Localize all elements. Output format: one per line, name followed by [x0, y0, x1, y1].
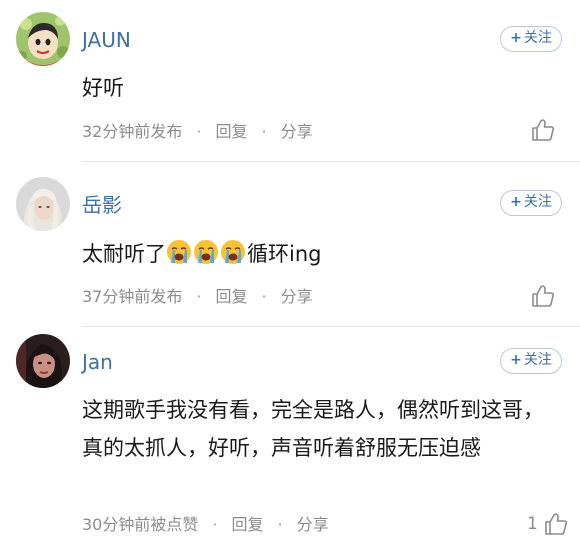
comment-time: 30分钟前被点赞 — [82, 515, 199, 534]
comment-meta: 37分钟前发布 · 回复 · 分享 — [82, 287, 313, 307]
crying-face-emoji-icon — [194, 240, 218, 264]
thumbs-up-icon — [545, 513, 568, 535]
avatar[interactable] — [16, 334, 70, 388]
reply-button[interactable]: 回复 — [215, 122, 247, 141]
plus-icon: + — [510, 194, 522, 210]
thumbs-up-icon — [532, 119, 555, 141]
avatar[interactable] — [16, 12, 70, 66]
avatar[interactable] — [16, 177, 70, 231]
thumbs-up-icon — [532, 285, 555, 307]
username[interactable]: Jan — [82, 350, 113, 374]
comment-meta: 30分钟前被点赞 · 回复 · 分享 — [82, 515, 329, 535]
plus-icon: + — [510, 352, 522, 368]
reply-button[interactable]: 回复 — [231, 515, 263, 534]
comment-text-part: 太耐听了 — [82, 242, 166, 266]
follow-button[interactable]: + 关注 — [500, 348, 562, 374]
divider — [82, 326, 580, 327]
separator-dot: · — [196, 287, 202, 306]
like-count: 1 — [527, 514, 538, 534]
follow-button[interactable]: + 关注 — [500, 26, 562, 52]
like-button[interactable] — [530, 283, 556, 309]
comment-text: 太耐听了 循环ing — [82, 235, 562, 273]
follow-label: 关注 — [523, 194, 552, 210]
follow-button[interactable]: + 关注 — [500, 190, 562, 216]
comment-meta: 32分钟前发布 · 回复 · 分享 — [82, 122, 313, 142]
comment-time: 37分钟前发布 — [82, 287, 183, 306]
share-button[interactable]: 分享 — [281, 287, 313, 306]
username[interactable]: JAUN — [82, 28, 131, 52]
crying-face-emoji-icon — [221, 240, 245, 264]
crying-face-emoji-icon — [167, 240, 191, 264]
separator-dot: · — [261, 122, 267, 141]
comment-time: 32分钟前发布 — [82, 122, 183, 141]
separator-dot: · — [196, 122, 202, 141]
plus-icon: + — [510, 30, 522, 46]
avatar-image — [16, 334, 70, 388]
username[interactable]: 岳影 — [82, 193, 122, 217]
follow-label: 关注 — [523, 352, 552, 368]
comment-text: 这期歌手我没有看，完全是路人，偶然听到这哥，真的太抓人，好听，声音听着舒服无压迫… — [82, 398, 544, 460]
avatar-image — [16, 177, 70, 231]
follow-label: 关注 — [523, 30, 552, 46]
comment-text-part: 循环ing — [247, 242, 322, 266]
like-button[interactable]: 1 — [527, 511, 569, 537]
separator-dot: · — [212, 515, 218, 534]
reply-button[interactable]: 回复 — [215, 287, 247, 306]
avatar-image — [16, 12, 70, 66]
share-button[interactable]: 分享 — [297, 515, 329, 534]
like-button[interactable] — [530, 117, 556, 143]
share-button[interactable]: 分享 — [281, 122, 313, 141]
separator-dot: · — [261, 287, 267, 306]
separator-dot: · — [277, 515, 283, 534]
comment-text: 好听 — [82, 76, 124, 100]
divider — [82, 161, 580, 162]
